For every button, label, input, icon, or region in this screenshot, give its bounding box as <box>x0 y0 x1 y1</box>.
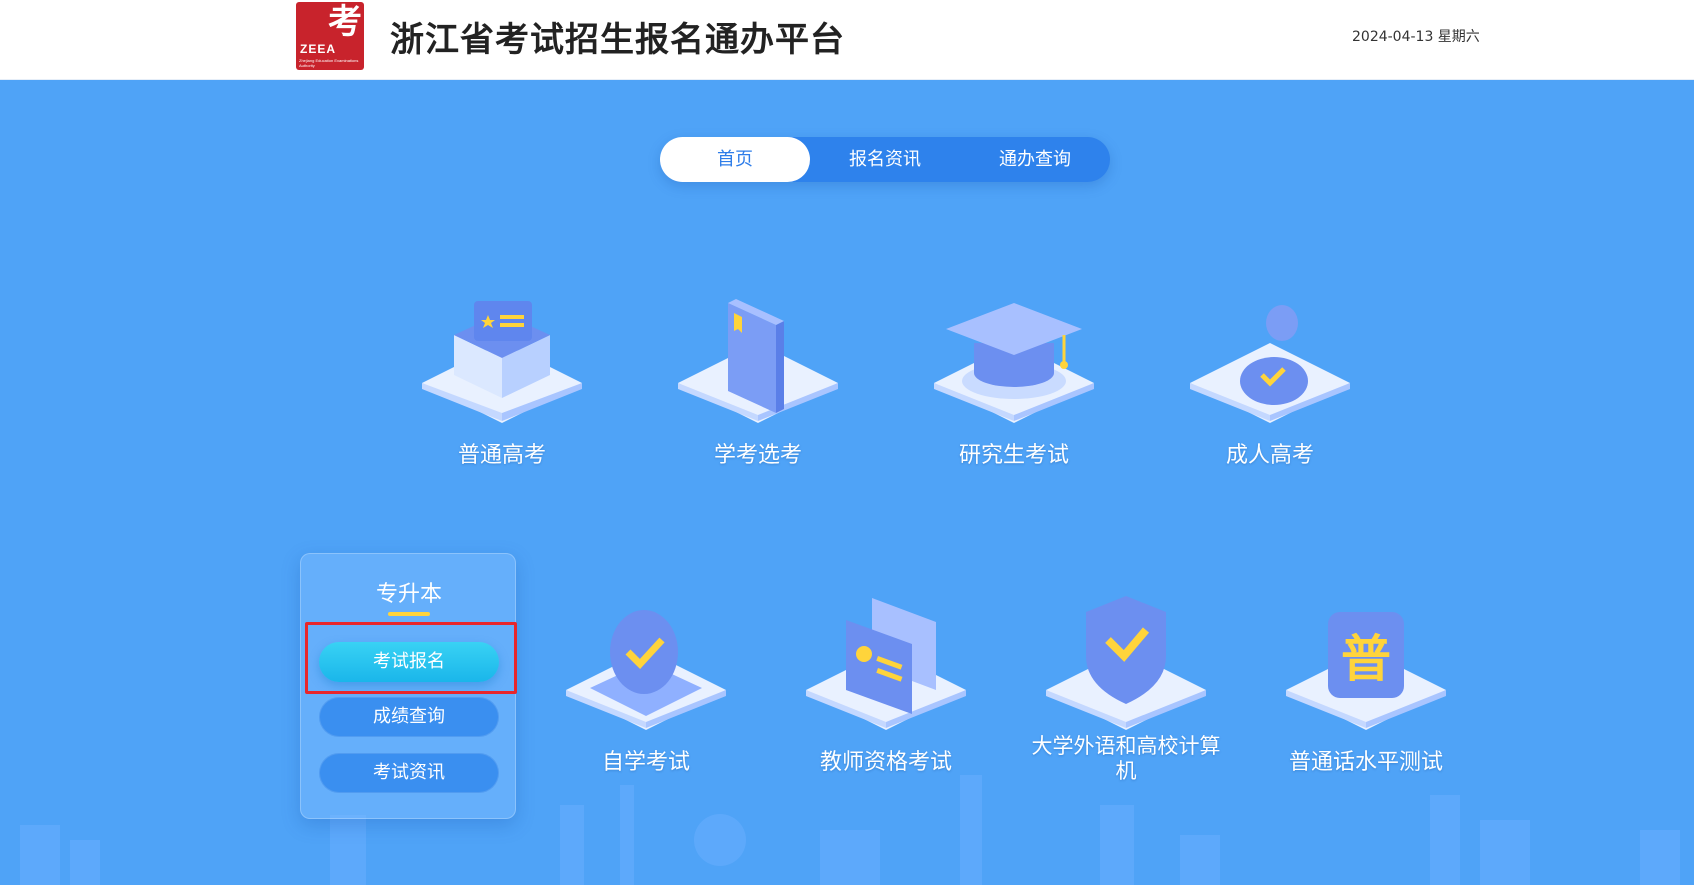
site-title: 浙江省考试招生报名通办平台 <box>390 20 845 60</box>
panel-title: 专升本 <box>375 582 442 607</box>
id-card-icon <box>806 598 966 730</box>
book-icon <box>678 299 838 423</box>
service-label: 大学外语和高校计算机 <box>1031 734 1221 783</box>
graduation-cap-icon <box>934 303 1094 423</box>
service-card-cet-ncre[interactable]: 大学外语和高校计算机 <box>1026 590 1226 784</box>
panel-title-underline <box>388 612 430 616</box>
service-label: 教师资格考试 <box>819 750 952 775</box>
current-date: 2024-04-13 星期六 <box>1352 29 1480 45</box>
zeea-logo[interactable]: 考 ZEEA Zhejiang Education Examinations A… <box>296 2 364 70</box>
svg-text:普: 普 <box>1341 630 1391 688</box>
exam-box-icon <box>422 301 582 423</box>
service-card-self-study[interactable]: 自学考试 <box>546 590 746 776</box>
score-query-button[interactable]: 成绩查询 <box>319 697 499 737</box>
service-card-xuekao[interactable]: 学考选考 <box>658 283 858 469</box>
service-label: 研究生考试 <box>958 443 1069 468</box>
highlight-annotation-box <box>305 622 517 694</box>
logo-abbr: ZEEA <box>300 42 337 56</box>
tab-home[interactable]: 首页 <box>660 137 810 182</box>
service-label: 普通高考 <box>457 443 546 468</box>
service-label: 自学考试 <box>601 750 690 775</box>
service-label: 学考选考 <box>713 443 802 468</box>
exam-news-button[interactable]: 考试资讯 <box>319 753 499 793</box>
logo-subtitle: Zhejiang Education Examinations Authorit… <box>299 58 359 68</box>
checkmark-badge-icon <box>566 610 726 730</box>
service-card-putonghua[interactable]: 普 普通话水平测试 <box>1266 590 1466 776</box>
logo-glyph: 考 <box>328 2 362 42</box>
tab-inquiry[interactable]: 通办查询 <box>960 137 1110 182</box>
service-card-teacher[interactable]: 教师资格考试 <box>786 590 986 776</box>
tab-registration-news[interactable]: 报名资讯 <box>810 137 960 182</box>
shield-check-icon <box>1046 596 1206 730</box>
service-label: 成人高考 <box>1225 443 1314 468</box>
header-bar: 考 ZEEA Zhejiang Education Examinations A… <box>0 0 1694 80</box>
pu-character-icon: 普 <box>1286 612 1446 730</box>
service-card-graduate[interactable]: 研究生考试 <box>914 283 1114 469</box>
service-card-adult[interactable]: 成人高考 <box>1170 283 1370 469</box>
person-check-icon <box>1190 305 1350 423</box>
service-label: 普通话水平测试 <box>1288 750 1443 775</box>
service-card-gaokao[interactable]: 普通高考 <box>402 283 602 469</box>
main-nav: 首页 报名资讯 通办查询 <box>660 137 1110 182</box>
